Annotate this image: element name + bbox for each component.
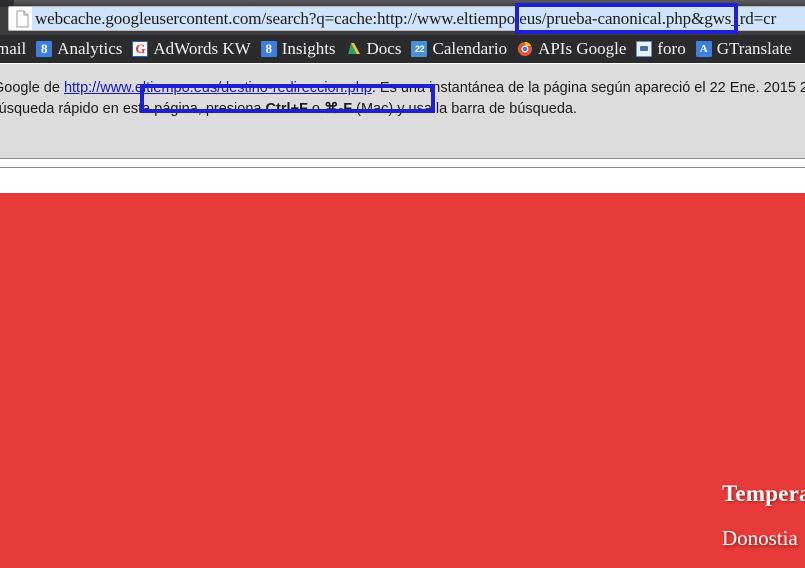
- page-top-whitespace: [0, 168, 805, 193]
- bookmark-mail[interactable]: mail: [0, 37, 31, 61]
- calendar-icon: 22: [411, 41, 428, 57]
- cached-page-link[interactable]: http://www.eltiempo.eus/destino-redirecc…: [64, 80, 372, 96]
- cache-line1-post: . Es una instantánea de la página según …: [371, 80, 805, 96]
- bookmark-adwords-kw[interactable]: G AdWords KW: [127, 37, 255, 61]
- analytics-icon: 8: [36, 41, 53, 57]
- shortcut-ctrl-f: Ctrl+F: [265, 101, 308, 117]
- cache-line2-pre: Para encontrar tu término de búsqueda rá…: [0, 101, 262, 117]
- insights-icon: 8: [260, 41, 277, 57]
- bookmarks-bar: mail 8 Analytics G AdWords KW 8 Insights…: [0, 35, 805, 63]
- cache-line2-post: (Mac) y usa la barra de búsqueda.: [352, 101, 577, 117]
- bookmark-label: Docs: [366, 39, 402, 58]
- forum-icon: [636, 41, 653, 57]
- bookmark-label: AdWords KW: [153, 39, 251, 58]
- bookmark-gtranslate[interactable]: A GTranslate: [691, 37, 797, 61]
- adwords-icon: G: [132, 41, 149, 57]
- page-hero-section: Temperatura Donostia: [0, 193, 805, 568]
- bookmark-label: Calendario: [432, 39, 508, 58]
- bookmark-analytics[interactable]: 8 Analytics: [31, 37, 127, 61]
- address-bar[interactable]: webcache.googleusercontent.com/search?q=…: [8, 6, 805, 31]
- bookmark-docs[interactable]: Docs: [341, 37, 407, 61]
- cache-line1-pre: Esta es la memoria caché de Google de: [0, 80, 60, 96]
- bookmark-calendario[interactable]: 22 Calendario: [406, 37, 512, 61]
- shortcut-cmd-f: ⌘-F: [323, 101, 353, 117]
- address-bar-text[interactable]: webcache.googleusercontent.com/search?q=…: [32, 7, 805, 30]
- hero-content: Temperatura Donostia: [0, 193, 805, 568]
- cache-line2-mid: o: [307, 101, 324, 117]
- cache-notice-text: Esta es la memoria caché de Google de ht…: [0, 78, 805, 120]
- bookmark-insights[interactable]: 8 Insights: [256, 37, 341, 61]
- page-subtitle: Donostia: [722, 526, 798, 550]
- bookmark-label: Insights: [281, 39, 336, 58]
- bookmark-foro[interactable]: foro: [631, 37, 690, 61]
- gtranslate-icon: A: [695, 41, 712, 57]
- google-cache-notice: Esta es la memoria caché de Google de ht…: [0, 64, 805, 159]
- cache-notice-separator: [0, 160, 805, 168]
- bookmark-label: mail: [0, 39, 27, 58]
- page-title: Temperatura: [722, 481, 805, 506]
- bookmark-label: Analytics: [57, 39, 123, 58]
- bookmark-apis-google[interactable]: APIs Google: [512, 37, 631, 61]
- bookmark-label: foro: [657, 39, 686, 58]
- cache-notice-line-2: Para encontrar tu término de búsqueda rá…: [0, 99, 805, 120]
- bookmark-label: GTranslate: [716, 39, 792, 58]
- bookmark-label: APIs Google: [538, 39, 627, 58]
- chrome-icon: [517, 41, 533, 57]
- page-document-icon: [13, 8, 32, 29]
- cache-notice-line-1: Esta es la memoria caché de Google de ht…: [0, 78, 805, 99]
- google-drive-icon: [346, 41, 362, 57]
